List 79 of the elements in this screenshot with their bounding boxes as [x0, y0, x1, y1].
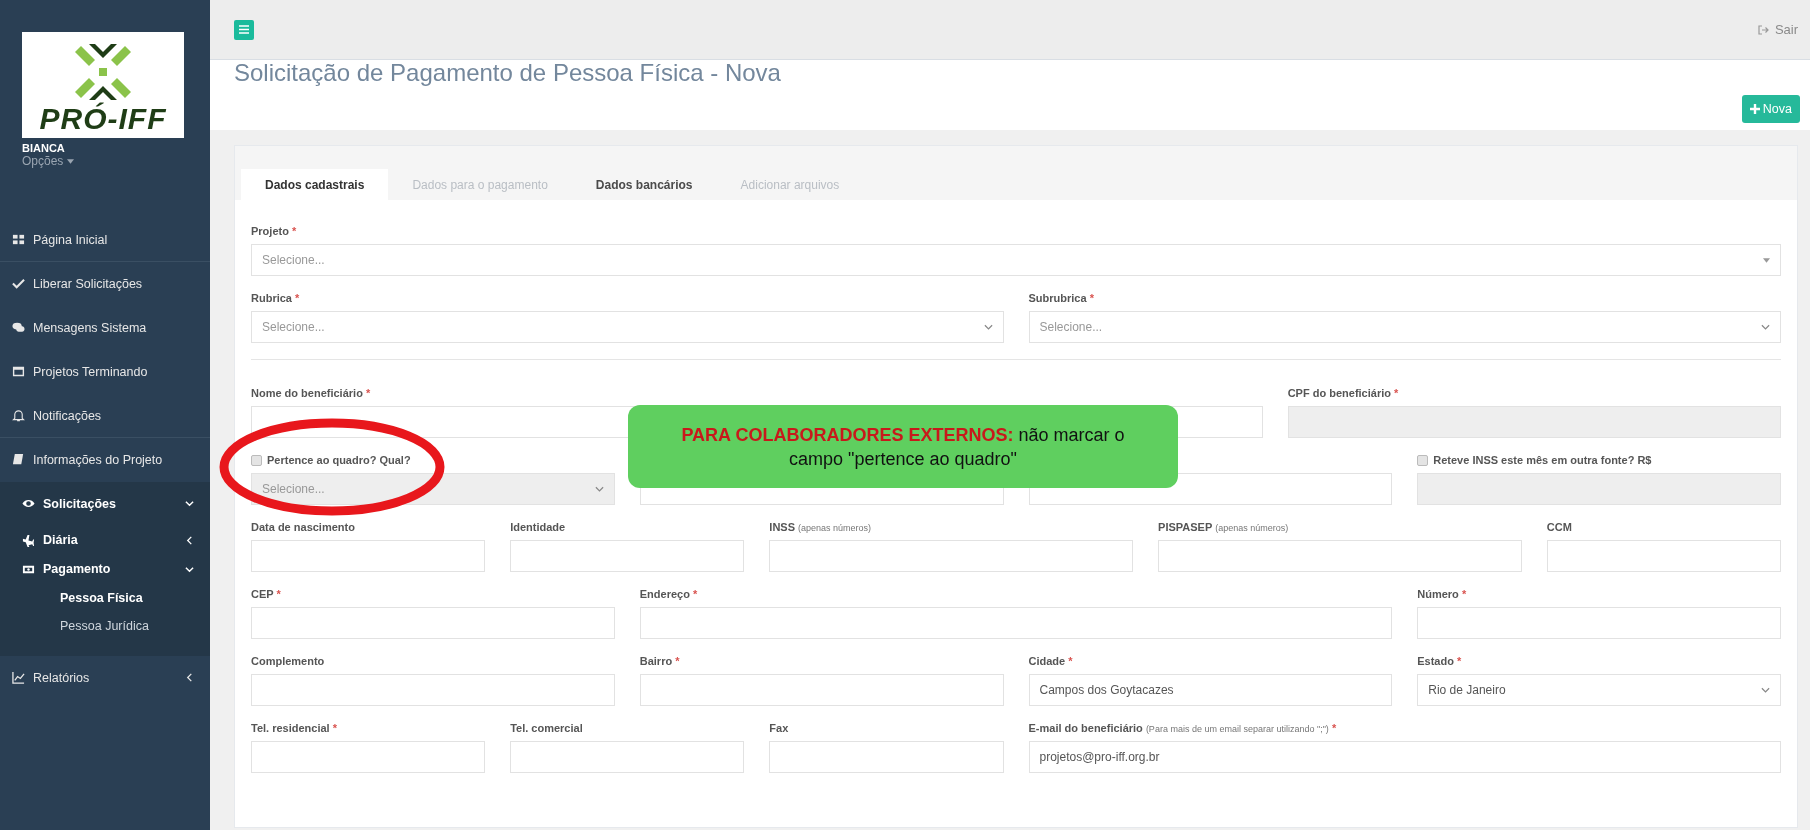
input-field[interactable]	[1546, 540, 1781, 572]
input-field[interactable]	[769, 741, 1004, 773]
field-label: Fax	[769, 722, 789, 734]
field-label: Complemento	[251, 655, 325, 667]
input-field[interactable]	[510, 741, 745, 773]
menu-item[interactable]: Informações do Projeto	[0, 438, 210, 482]
chevron-left-icon	[185, 673, 194, 682]
chevron-down-icon	[594, 485, 604, 493]
submenu-item[interactable]: Pessoa Jurídica	[0, 612, 210, 640]
chat-icon	[12, 321, 25, 334]
chevron-down-icon	[1761, 323, 1770, 331]
field-label: Cidade *	[1028, 655, 1073, 667]
calendar-icon	[12, 365, 25, 378]
submenu-item[interactable]: Pagamento	[0, 555, 210, 584]
input-field[interactable]	[510, 540, 745, 572]
check-icon	[12, 277, 25, 290]
menu-item[interactable]: Solicitações	[0, 482, 210, 526]
menu-item[interactable]: Projetos Terminando	[0, 350, 210, 394]
logo: PRÓ-IFF	[22, 32, 184, 138]
menu-item[interactable]: Relatórios	[0, 656, 210, 700]
input-field[interactable]: projetos@pro-iff.org.br	[1028, 741, 1781, 773]
input-field[interactable]: Campos dos Goytacazes	[1028, 674, 1393, 706]
field-label: CPF do beneficiário *	[1287, 387, 1399, 399]
caret-icon	[67, 158, 75, 164]
submenu-item[interactable]: Diária	[0, 526, 210, 555]
grid-icon	[12, 233, 25, 246]
field-label: Reteve INSS este mês em outra fonte? R$	[1433, 454, 1652, 466]
chevron-down-icon	[983, 323, 993, 331]
input-field[interactable]	[769, 540, 1134, 572]
field-label: CCM	[1546, 521, 1572, 533]
field-label: INSS (apenas números)	[769, 521, 872, 533]
user-name: BIANCA	[22, 142, 66, 154]
field-label: PISPASEP (apenas números)	[1158, 521, 1289, 533]
field-label: Estado *	[1417, 655, 1462, 667]
input-field[interactable]	[251, 540, 486, 572]
chevron-down-icon	[185, 564, 194, 574]
chevron-left-icon	[185, 535, 194, 545]
input-field[interactable]	[251, 674, 615, 706]
book-icon	[12, 453, 25, 466]
field-label: Número *	[1417, 588, 1467, 600]
field-label: Subrubrica *	[1028, 292, 1094, 304]
field-label: Tel. comercial	[510, 722, 583, 734]
tab[interactable]: Dados bancários	[571, 169, 717, 200]
field-label: Nome do beneficiário *	[251, 387, 371, 399]
field-label: Data de nascimento	[251, 521, 355, 533]
submenu-item[interactable]: Pessoa Física	[0, 584, 210, 612]
input-field[interactable]	[639, 607, 1393, 639]
menu-button[interactable]	[234, 19, 254, 40]
chart-line-icon	[12, 671, 25, 684]
field-label: Rubrica *	[251, 292, 300, 304]
eye-icon	[22, 497, 35, 510]
chevron-down-icon	[185, 499, 194, 508]
menu-item[interactable]: Mensagens Sistema	[0, 306, 210, 350]
plane-icon	[22, 533, 35, 547]
page-title: Solicitação de Pagamento de Pessoa Física - Nova	[234, 60, 781, 86]
chevron-down-icon	[1761, 686, 1770, 694]
field-label: Bairro *	[639, 655, 680, 667]
field-label: Endereço *	[639, 588, 698, 600]
field-label: Identidade	[510, 521, 566, 533]
input-field[interactable]	[251, 607, 615, 639]
logout-icon	[1757, 24, 1769, 35]
field-label: Pertence ao quadro? Qual?	[267, 454, 411, 466]
input-field[interactable]	[1417, 607, 1781, 639]
menu-icon	[239, 25, 249, 34]
callout-tooltip: PARA COLABORADORES EXTERNOS: não marcar o campo "pertence ao quadro"	[628, 405, 1178, 488]
field-label: E-mail do beneficiário (Para mais de um email separar utilizando ";") *	[1028, 722, 1337, 734]
field-label: Projeto *	[251, 225, 297, 237]
options-menu[interactable]: Opções	[22, 154, 75, 168]
menu-item[interactable]: Liberar Solicitações	[0, 262, 210, 306]
caret-icon	[1763, 257, 1770, 263]
input-field[interactable]	[1158, 540, 1522, 572]
field-label: CEP *	[251, 588, 281, 600]
tab[interactable]: Dados cadastrais	[241, 169, 389, 200]
input-field[interactable]	[251, 741, 486, 773]
field-label: Tel. residencial *	[251, 722, 337, 734]
plus-icon	[1749, 104, 1760, 114]
bell-icon	[12, 409, 25, 422]
select-field[interactable]: Rio de Janeiro	[1417, 674, 1781, 706]
input-field[interactable]	[639, 674, 1004, 706]
